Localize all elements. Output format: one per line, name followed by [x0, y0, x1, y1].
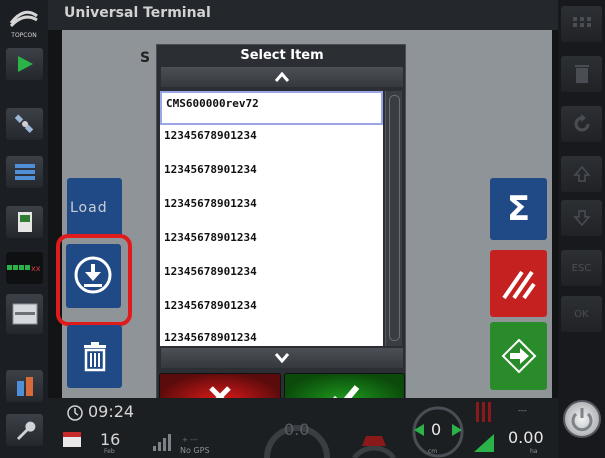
signal-strength-icon: [153, 434, 171, 451]
clock-icon: [67, 405, 83, 421]
storage-icon: [16, 377, 33, 396]
trash-button[interactable]: [561, 56, 602, 92]
main-heading: S: [140, 50, 151, 66]
status-bar: 09:24 16 Feb + --- No GPS 0.0 0 cm --- 0…: [48, 398, 558, 458]
item-list: CMS600000rev72 12345678901234 1234567890…: [160, 91, 383, 346]
settings-button[interactable]: [6, 414, 43, 446]
arrow-down-button[interactable]: [561, 200, 602, 236]
rate-readout: ---: [518, 406, 527, 415]
list-item[interactable]: CMS600000rev72: [160, 91, 383, 125]
calendar-day: 16: [100, 430, 121, 449]
terminal-screen: TOPCON xx Universal Terminal ESC OK S Lo…: [0, 0, 605, 458]
home-knob[interactable]: [563, 400, 601, 438]
chevron-up-icon: [275, 72, 289, 82]
list-item[interactable]: 12345678901234: [160, 125, 383, 159]
keypad-button[interactable]: [561, 6, 602, 42]
topcon-logo: TOPCON: [5, 8, 43, 39]
refresh-icon: [574, 114, 589, 132]
list-item[interactable]: 12345678901234: [160, 295, 383, 329]
select-item-dialog: Select Item CMS600000rev72 1234567890123…: [156, 44, 406, 424]
device-button[interactable]: [6, 206, 43, 238]
list-item[interactable]: 12345678901234: [160, 227, 383, 261]
right-sidebar: ESC OK: [558, 0, 605, 458]
scroll-down-button[interactable]: [161, 348, 403, 368]
scrollbar-thumb[interactable]: [389, 95, 400, 341]
logo-text: TOPCON: [11, 32, 37, 39]
esc-button[interactable]: ESC: [561, 250, 602, 286]
section-status-button[interactable]: xx: [6, 252, 43, 284]
trash-icon: [83, 341, 106, 371]
sum-button[interactable]: Σ: [490, 178, 547, 240]
trash-icon: [574, 65, 589, 83]
area-readout: 0.00: [508, 428, 544, 447]
download-highlight: [56, 234, 132, 326]
calendar-icon: [63, 432, 81, 447]
layers-icon: [14, 164, 35, 180]
arrow-up-button[interactable]: [561, 156, 602, 192]
load-label: Load: [70, 200, 108, 216]
list-item[interactable]: 12345678901234: [160, 327, 383, 346]
left-sidebar: TOPCON xx: [0, 0, 48, 458]
guidance-icon: [17, 56, 33, 72]
continue-button[interactable]: [490, 322, 547, 390]
load-button[interactable]: Load: [67, 178, 122, 238]
arrow-up-icon: [572, 165, 591, 182]
reset-button[interactable]: [490, 250, 547, 317]
svg-text:xx: xx: [31, 264, 41, 273]
keypad-icon: [572, 17, 591, 27]
topcon-logo-icon: [9, 10, 38, 28]
gps-status: No GPS: [180, 446, 210, 455]
scroll-up-button[interactable]: [161, 67, 403, 87]
guidance-button[interactable]: [6, 48, 43, 80]
scrollbar[interactable]: [385, 91, 402, 346]
continue-arrow-icon: [501, 338, 536, 374]
sigma-icon: Σ: [506, 189, 531, 229]
delete-button[interactable]: [67, 325, 122, 388]
speed-readout: 0.0: [284, 420, 310, 439]
list-item[interactable]: 12345678901234: [160, 261, 383, 295]
refresh-button[interactable]: [561, 106, 602, 142]
window-button[interactable]: [6, 294, 43, 334]
satellite-button[interactable]: [6, 108, 43, 140]
depth-readout: 0: [431, 420, 442, 439]
depth-unit: cm: [428, 448, 438, 455]
area-unit: ha: [530, 448, 538, 455]
ok-side-button[interactable]: OK: [561, 296, 602, 332]
dialog-title: Select Item: [240, 48, 324, 63]
power-icon: [571, 408, 593, 432]
window-icon: [12, 303, 37, 325]
chevron-down-icon: [275, 353, 289, 363]
rate-indicator: [474, 402, 494, 452]
list-item[interactable]: 12345678901234: [160, 193, 383, 227]
gps-correction: + ---: [182, 436, 198, 444]
device-icon: [17, 212, 32, 232]
reset-icon: [502, 270, 536, 300]
storage-button[interactable]: [6, 370, 43, 402]
implement-icon: [352, 436, 396, 458]
arrow-down-icon: [572, 210, 591, 227]
title-bar: Universal Terminal: [48, 0, 558, 30]
clock-time: 09:24: [88, 402, 135, 421]
layers-button[interactable]: [6, 156, 43, 188]
app-title: Universal Terminal: [64, 5, 211, 21]
wrench-icon: [16, 421, 35, 440]
section-status-icon: xx: [6, 264, 41, 273]
satellite-icon: [14, 114, 33, 133]
list-item[interactable]: 12345678901234: [160, 159, 383, 193]
calendar-month: Feb: [104, 448, 115, 455]
